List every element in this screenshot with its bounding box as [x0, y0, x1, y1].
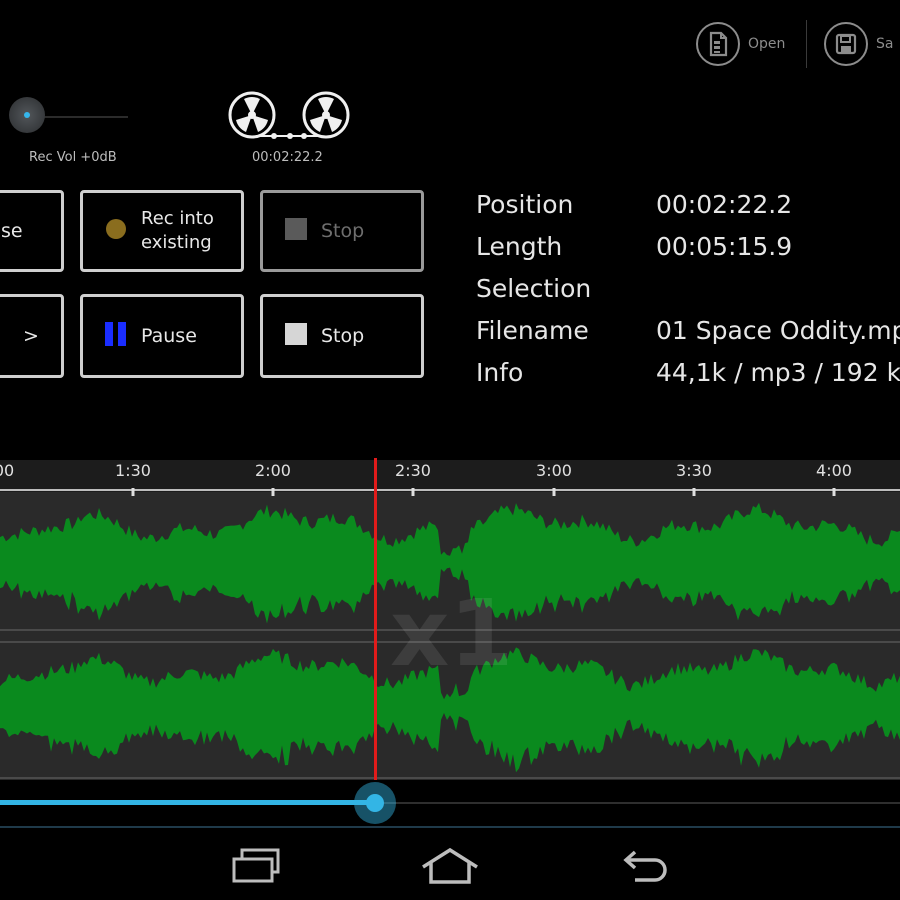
- info-value: 44,1k / mp3 / 192 k/s: [656, 358, 900, 387]
- timeline-label: 3:00: [536, 461, 572, 480]
- play-button-label: >: [23, 325, 39, 347]
- filename-value: 01 Space Oddity.mp3: [656, 316, 900, 345]
- length-label: Length: [476, 232, 563, 261]
- playhead-cursor[interactable]: [374, 458, 377, 780]
- reel-time: 00:02:22.2: [252, 150, 323, 165]
- save-action[interactable]: Sa: [824, 20, 893, 68]
- back-icon[interactable]: [606, 838, 686, 894]
- timeline-label: 2:30: [395, 461, 431, 480]
- timeline-label: 1:30: [115, 461, 151, 480]
- stop-square-icon: [285, 322, 307, 350]
- pause-icon: [105, 321, 127, 351]
- file-open-icon[interactable]: [696, 22, 740, 66]
- recent-apps-icon[interactable]: [216, 838, 296, 894]
- save-label: Sa: [876, 36, 894, 52]
- rec-vol-label: Rec Vol +0dB: [29, 150, 117, 165]
- info-label: Info: [476, 358, 524, 387]
- record-stop-label: Stop: [321, 220, 365, 242]
- timeline-label: 3:30: [676, 461, 712, 480]
- seek-thumb-core: [366, 794, 384, 812]
- zoom-watermark: x1: [390, 580, 514, 687]
- timeline-label: 2:00: [255, 461, 291, 480]
- floppy-disk-icon[interactable]: [824, 22, 868, 66]
- timeline-label: 00: [0, 461, 15, 480]
- record-dot-icon: [105, 218, 127, 245]
- position-value: 00:02:22.2: [656, 190, 793, 219]
- pause-button[interactable]: Pause: [80, 294, 244, 378]
- selection-label: Selection: [476, 274, 592, 303]
- stop-button[interactable]: Stop: [260, 294, 424, 378]
- timeline-label: 4:00: [816, 461, 852, 480]
- seek-progress: [0, 800, 375, 805]
- length-value: 00:05:15.9: [656, 232, 793, 261]
- tape-reel-icon: [226, 90, 354, 148]
- stop-square-icon: [285, 217, 307, 245]
- rec-into-existing-button[interactable]: Rec into existing: [80, 190, 244, 272]
- rec-vol-indicator: [24, 112, 30, 118]
- bottom-divider: [0, 826, 900, 828]
- open-action[interactable]: Open: [696, 20, 785, 68]
- play-button[interactable]: >: [0, 294, 64, 378]
- toolbar-divider: [806, 20, 807, 68]
- rec-vol-knob[interactable]: [9, 97, 45, 133]
- seek-thumb[interactable]: [354, 782, 396, 824]
- open-label: Open: [748, 36, 786, 52]
- record-button-partial[interactable]: se: [0, 190, 64, 272]
- stop-button-label: Stop: [321, 325, 365, 347]
- record-button-label: se: [1, 220, 23, 242]
- home-icon[interactable]: [410, 838, 490, 894]
- record-stop-button[interactable]: Stop: [260, 190, 424, 272]
- pause-button-label: Pause: [141, 325, 197, 347]
- rec-into-existing-label: Rec into existing: [141, 208, 214, 253]
- position-label: Position: [476, 190, 574, 219]
- filename-label: Filename: [476, 316, 589, 345]
